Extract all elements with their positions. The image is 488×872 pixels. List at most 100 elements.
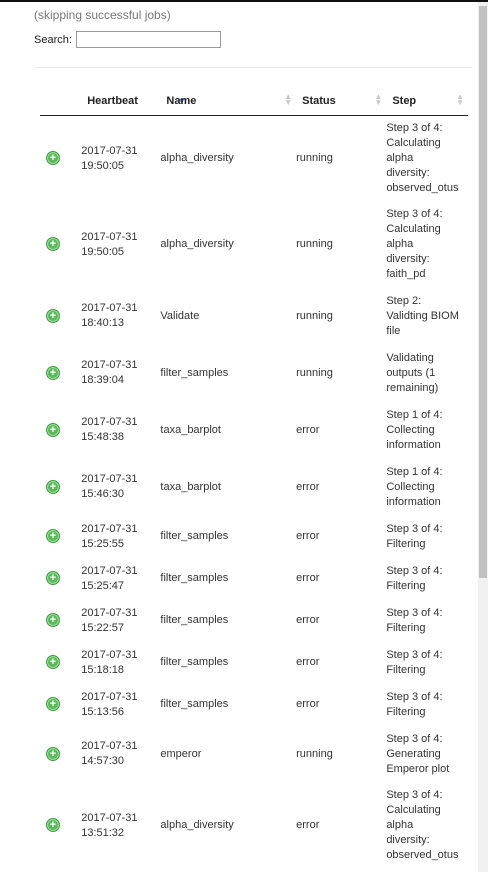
step-line: Step 3 of 4:: [386, 690, 443, 703]
step-cell: Step 2: Validting BIOM file: [386, 288, 468, 345]
step-line: Filtering: [386, 579, 426, 592]
job-name-cell: emperor: [160, 747, 202, 760]
plus-circle-icon[interactable]: +: [46, 422, 60, 437]
sort-both-icon: ▲ ▼: [284, 92, 293, 107]
heartbeat-cell: 2017-07-31 19:50:05: [81, 116, 160, 202]
heartbeat-date: 2017-07-31: [81, 740, 138, 752]
column-header-name[interactable]: Name ▲ ▼: [160, 86, 297, 116]
table-row[interactable]: +2017-07-31 15:48:38 taxa_barplot error Step…: [40, 402, 468, 459]
scrollbar-thumb[interactable]: [479, 6, 487, 578]
table-row[interactable]: +2017-07-31 15:25:55 filter_samples error St…: [40, 516, 468, 558]
job-name-cell: filter_samples: [160, 656, 229, 668]
heartbeat-cell: 2017-07-31 13:51:32: [81, 783, 160, 869]
jobs-table-body: +2017-07-31 19:50:05 alpha_diversity runnin…: [40, 116, 468, 869]
heartbeat-time: 18:40:13: [81, 317, 125, 329]
job-name-cell: filter_samples: [160, 530, 229, 542]
step-cell: Step 3 of 4: Filtering: [386, 684, 468, 726]
column-header-step[interactable]: Step ▲ ▼: [386, 86, 468, 116]
expand-cell: +: [40, 288, 81, 345]
table-row[interactable]: +2017-07-31 15:22:57 filter_samples error St…: [40, 600, 468, 642]
expand-cell: +: [40, 516, 81, 558]
table-row[interactable]: +2017-07-31 14:57:30 emperor running Step 3 …: [40, 726, 468, 783]
heartbeat-time: 19:50:05: [81, 159, 125, 172]
heartbeat-cell: 2017-07-31 15:22:57: [81, 600, 160, 642]
expand-cell: +: [40, 402, 81, 459]
search-input[interactable]: [76, 31, 221, 48]
expand-cell: +: [40, 642, 81, 684]
step-cell: Step 3 of 4: Calculating alpha diversity: ob…: [386, 116, 468, 202]
column-header-heartbeat[interactable]: Heartbeat ▼: [81, 86, 186, 116]
plus-circle-icon[interactable]: +: [46, 697, 60, 711]
step-cell: Step 1 of 4: Collecting information: [386, 402, 468, 459]
table-row[interactable]: +2017-07-31 15:25:47 filter_samples error St…: [40, 558, 468, 600]
job-name-cell: taxa_barplot: [160, 423, 221, 436]
step-line: alpha: [386, 819, 414, 831]
job-name-cell: alpha_diversity: [160, 819, 234, 831]
step-cell: Step 3 of 4: Filtering: [386, 600, 468, 642]
plus-circle-icon[interactable]: +: [46, 479, 60, 494]
table-row[interactable]: +2017-07-31 18:39:04 filter_samples running…: [40, 345, 468, 402]
heartbeat-time: 15:48:38: [81, 431, 125, 443]
heartbeat-time: 15:25:47: [81, 579, 125, 592]
heartbeat-cell: 2017-07-31 15:25:47: [81, 558, 160, 600]
step-line: Step 3 of 4:: [386, 208, 443, 220]
step-line: alpha: [386, 152, 414, 165]
plus-circle-icon[interactable]: +: [46, 308, 60, 323]
plus-circle-icon[interactable]: +: [46, 571, 60, 585]
step-cell: Step 1 of 4: Collecting information: [386, 459, 468, 516]
table-row[interactable]: +2017-07-31 15:13:56 filter_samples error St…: [40, 684, 468, 726]
status-cell: running: [296, 309, 333, 322]
column-header-label: Status: [302, 94, 336, 107]
expand-cell: +: [40, 116, 81, 202]
step-cell: Step 3 of 4: Filtering: [386, 558, 468, 600]
vertical-scrollbar[interactable]: [478, 2, 488, 872]
plus-circle-icon[interactable]: +: [46, 151, 60, 166]
step-line: Step 3 of 4:: [386, 564, 443, 577]
table-row[interactable]: +2017-07-31 19:50:05 alpha_diversity runnin…: [40, 116, 468, 202]
expand-cell: +: [40, 202, 81, 288]
step-cell: Step 3 of 4: Filtering: [386, 516, 468, 558]
expand-cell: +: [40, 726, 81, 783]
step-line: Filtering: [386, 663, 426, 676]
plus-circle-icon[interactable]: +: [46, 746, 60, 761]
table-row[interactable]: +2017-07-31 18:40:13 Validate running Step 2…: [40, 288, 468, 345]
column-header-status[interactable]: Status ▲ ▼: [296, 86, 387, 116]
table-row[interactable]: +2017-07-31 15:18:18 filter_samples error St…: [40, 642, 468, 684]
plus-circle-icon[interactable]: +: [46, 613, 60, 627]
step-line: diversity:: [386, 834, 430, 846]
heartbeat-date: 2017-07-31: [81, 522, 138, 535]
heartbeat-cell: 2017-07-31 15:13:56: [81, 684, 160, 726]
table-row[interactable]: +2017-07-31 13:51:32 alpha_diversity error S…: [40, 783, 468, 869]
heartbeat-date: 2017-07-31: [81, 564, 138, 577]
step-line: alpha: [386, 238, 414, 250]
plus-circle-icon[interactable]: +: [46, 655, 60, 669]
step-line: Step 3 of 4:: [386, 122, 443, 135]
step-line: file: [386, 324, 401, 337]
status-cell: running: [296, 152, 333, 165]
step-line: Emperor plot: [386, 762, 450, 775]
step-cell: Step 3 of 4: Calculating alpha diversity: ob…: [386, 783, 468, 869]
table-row[interactable]: +2017-07-31 19:50:05 alpha_diversity runnin…: [40, 202, 468, 288]
expand-cell: +: [40, 558, 81, 600]
heartbeat-date: 2017-07-31: [81, 416, 138, 428]
expand-cell: +: [40, 459, 81, 516]
heartbeat-time: 18:39:04: [81, 374, 125, 386]
plus-circle-icon[interactable]: +: [46, 529, 60, 543]
heartbeat-time: 13:51:32: [81, 826, 125, 839]
sort-both-icon: ▲ ▼: [374, 92, 383, 107]
step-line: Collecting: [386, 480, 435, 493]
status-cell: running: [296, 366, 333, 379]
heartbeat-cell: 2017-07-31 19:50:05: [81, 202, 160, 288]
plus-circle-icon[interactable]: +: [46, 365, 60, 380]
plus-circle-icon[interactable]: +: [46, 237, 60, 251]
plus-circle-icon[interactable]: +: [46, 818, 60, 832]
step-cell: Step 3 of 4: Filtering: [386, 642, 468, 684]
table-row[interactable]: +2017-07-31 15:46:30 taxa_barplot error Step…: [40, 459, 468, 516]
column-header-label: Name: [166, 94, 197, 107]
step-line: Step 3 of 4:: [386, 648, 443, 661]
heartbeat-time: 15:22:57: [81, 621, 125, 634]
step-line: diversity:: [386, 167, 430, 180]
heartbeat-time: 14:57:30: [81, 755, 125, 767]
skipping-note: (skipping successful jobs): [34, 8, 171, 22]
step-line: Filtering: [386, 537, 426, 550]
